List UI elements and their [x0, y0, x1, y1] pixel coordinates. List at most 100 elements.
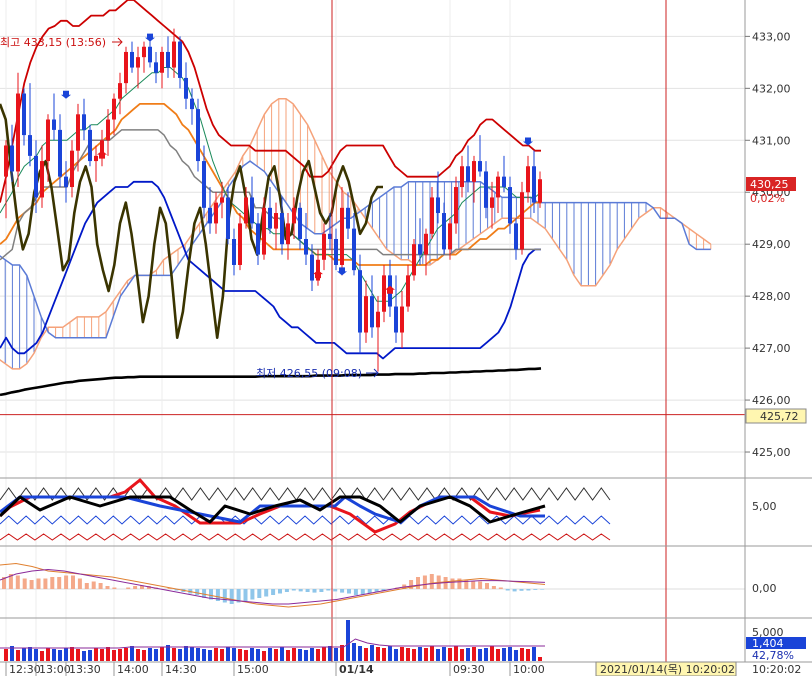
candle-body	[532, 166, 536, 203]
candle-body	[52, 119, 56, 130]
candle-body	[496, 176, 500, 198]
volume-bar	[328, 646, 332, 661]
volume-bar	[190, 647, 194, 661]
candle-body	[124, 51, 128, 84]
volume-bar	[508, 647, 512, 661]
candle-body	[208, 207, 212, 224]
volume-bar	[430, 646, 434, 661]
volume-bar	[364, 648, 368, 661]
volume-bar	[46, 648, 50, 661]
volume-bar	[526, 649, 530, 661]
volume-bar	[22, 648, 26, 661]
candle-body	[418, 244, 422, 255]
macd-histogram-bar	[478, 581, 483, 589]
volume-bar	[286, 650, 290, 661]
candle-body	[76, 114, 80, 151]
volume-bar	[292, 648, 296, 661]
candle-body	[430, 197, 434, 234]
volume-bar	[238, 649, 242, 661]
macd-histogram-bar	[77, 578, 82, 589]
volume-bar	[64, 648, 68, 661]
candle-body	[346, 207, 350, 229]
volume-bar	[136, 649, 140, 661]
volume-bar	[82, 651, 86, 661]
volume-bar	[70, 647, 74, 661]
current-price-label: 430,25	[750, 178, 789, 191]
candle-body	[64, 176, 68, 188]
volume-bar	[352, 643, 356, 661]
volume-bar	[112, 650, 116, 661]
candle-body	[142, 46, 146, 58]
y-tick-label: 432,00	[752, 82, 791, 95]
volume-bar	[412, 649, 416, 661]
candle-body	[448, 223, 452, 250]
y-tick-label: 429,00	[752, 238, 791, 251]
volume-bar	[220, 649, 224, 661]
low-annotation: 최저 426,55 (09:08)	[256, 367, 362, 380]
candle-body	[358, 270, 362, 333]
volume-bar	[316, 649, 320, 661]
volume-bar	[520, 648, 524, 661]
volume-bar	[280, 647, 284, 661]
candle-body	[298, 207, 302, 239]
macd-histogram-bar	[526, 589, 531, 591]
stoch-axis-label: 5,00	[752, 500, 777, 513]
volume-bar	[310, 648, 314, 661]
price-axis-panel	[745, 0, 812, 676]
volume-bar	[154, 649, 158, 661]
candle-body	[364, 296, 368, 333]
candle-body	[256, 223, 260, 255]
macd-histogram-bar	[360, 589, 365, 595]
volume-bar	[394, 649, 398, 661]
candle-body	[154, 62, 158, 73]
y-tick-label: 433,00	[752, 30, 791, 43]
cross-price-label: 425,72	[760, 410, 799, 423]
volume-bar	[406, 648, 410, 661]
stock-chart[interactable]: 433,00432,00431,00430,00429,00428,00427,…	[0, 0, 812, 676]
volume-bar	[148, 648, 152, 661]
volume-bar	[388, 646, 392, 661]
volume-bar	[298, 649, 302, 661]
volume-bar	[514, 650, 518, 661]
candle-body	[310, 254, 314, 281]
candle-body	[436, 197, 440, 214]
candle-body	[160, 51, 164, 73]
candle-body	[328, 233, 332, 239]
volume-bar	[214, 648, 218, 661]
candle-body	[58, 129, 62, 177]
candle-body	[466, 166, 470, 182]
volume-bar	[466, 648, 470, 661]
macd-histogram-bar	[57, 577, 62, 589]
macd-histogram-bar	[29, 580, 34, 589]
macd-histogram-bar	[471, 581, 476, 589]
candle-body	[214, 202, 218, 224]
macd-histogram-bar	[540, 589, 545, 590]
candle-body	[268, 207, 272, 229]
candle-body	[502, 176, 506, 188]
macd-histogram-bar	[485, 583, 489, 589]
candle-body	[202, 161, 206, 208]
macd-histogram-bar	[229, 589, 234, 604]
candle-body	[472, 161, 476, 182]
volume-bar	[88, 650, 92, 661]
volume-bar	[502, 648, 506, 661]
macd-histogram-bar	[305, 589, 310, 592]
macd-histogram-bar	[257, 589, 262, 598]
macd-histogram-bar	[519, 589, 524, 591]
candle-body	[514, 223, 518, 250]
macd-histogram-bar	[416, 577, 420, 589]
macd-histogram-bar	[36, 578, 41, 589]
volume-bar	[268, 648, 272, 661]
volume-bar	[184, 646, 188, 661]
candle-body	[184, 77, 188, 99]
candle-body	[304, 239, 308, 255]
candle-body	[28, 135, 32, 156]
candle-body	[526, 166, 530, 193]
volume-bar	[178, 649, 182, 661]
y-tick-label: 428,00	[752, 290, 791, 303]
clock-label: 10:20:02	[752, 663, 801, 676]
volume-bar	[172, 648, 176, 661]
volume-bar	[106, 647, 110, 661]
volume-bar	[4, 649, 8, 661]
macd-histogram-bar	[498, 587, 503, 589]
